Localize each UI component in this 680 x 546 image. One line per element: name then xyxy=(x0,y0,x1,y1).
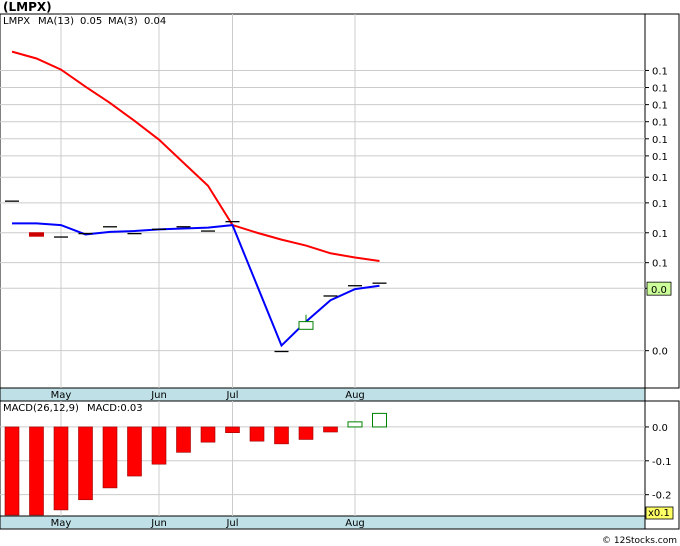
macd-x-tick-label: Jul xyxy=(225,518,238,529)
macd-bar xyxy=(102,426,118,489)
price-tick-label: 0.1 xyxy=(652,229,668,240)
price-tick-label: 0.1 xyxy=(652,152,668,163)
last-price-label: 0.0 xyxy=(651,285,667,296)
macd-bar xyxy=(298,426,314,440)
macd-tick-label: 0.0 xyxy=(652,423,668,434)
macd-legend: MACD(26,12,9) MACD:0.03 xyxy=(3,403,143,414)
macd-bar xyxy=(323,426,338,433)
macd-bar xyxy=(29,426,44,516)
price-tick-label: 0.1 xyxy=(652,135,668,146)
price-date-band xyxy=(0,387,646,402)
legend-ma3-label: MA(3) xyxy=(108,16,138,27)
macd-legend-label: MACD(26,12,9) xyxy=(3,403,79,414)
macd-bar xyxy=(225,426,240,433)
legend-ticker: LMPX xyxy=(3,16,30,27)
stock-chart: (LMPX) 0.1 0.1 0.1 0.1 0.1 0.1 0.1 0.1 0.1 0.1 0.0… xyxy=(0,0,680,546)
macd-bar xyxy=(78,426,93,501)
candle-body xyxy=(298,321,314,330)
watermark: © 12Stocks.com xyxy=(602,536,677,546)
legend-ma3-value: 0.04 xyxy=(144,16,166,27)
price-x-tick-label: Aug xyxy=(345,390,365,401)
macd-x-tick-label: Jun xyxy=(150,518,167,529)
macd-tick-label: -0.2 xyxy=(652,491,672,502)
macd-bar xyxy=(249,426,265,442)
price-x-tick-label: Jun xyxy=(150,390,167,401)
price-panel: 0.10.10.10.10.10.10.10.10.10.10.00.00.0 … xyxy=(0,13,680,402)
chart-title: (LMPX) xyxy=(3,0,52,14)
macd-panel: 0.0 -0.1 -0.2 May Jun Jul Aug MACD(26,12,9) M… xyxy=(0,400,680,530)
macd-bar xyxy=(127,426,142,477)
price-tick-label: 0.1 xyxy=(652,118,668,129)
price-tick-label: 0.1 xyxy=(652,101,668,112)
price-tick-label: 0.1 xyxy=(652,84,668,95)
price-tick-label: 0.1 xyxy=(652,173,668,184)
price-tick-label: 0.1 xyxy=(652,259,668,270)
macd-multiplier: x0.1 xyxy=(648,508,670,519)
macd-bar xyxy=(347,421,363,428)
macd-bar xyxy=(151,426,167,465)
macd-bar xyxy=(372,412,387,428)
price-tick-label: 0.1 xyxy=(652,66,668,77)
price-x-tick-label: Jul xyxy=(225,390,238,401)
macd-multiplier-badge: x0.1 xyxy=(645,506,674,520)
macd-date-band xyxy=(0,515,646,530)
macd-bar xyxy=(4,426,20,516)
macd-bar xyxy=(200,426,216,443)
macd-bar xyxy=(274,426,289,445)
macd-plot-area xyxy=(0,400,646,517)
candle-body xyxy=(29,232,44,237)
macd-x-tick-label: Aug xyxy=(345,518,365,529)
macd-bar xyxy=(53,426,69,511)
macd-bar xyxy=(176,426,191,453)
legend-ma13-label: MA(13) xyxy=(38,16,74,27)
price-tick-label: 0.1 xyxy=(652,199,668,210)
macd-legend-value: MACD:0.03 xyxy=(87,403,143,414)
macd-tick-label: -0.1 xyxy=(652,457,672,468)
legend-ma13-value: 0.05 xyxy=(80,16,102,27)
price-x-tick-label: May xyxy=(51,390,72,401)
price-tick-label: 0.0 xyxy=(652,347,668,358)
macd-x-tick-label: May xyxy=(51,518,72,529)
